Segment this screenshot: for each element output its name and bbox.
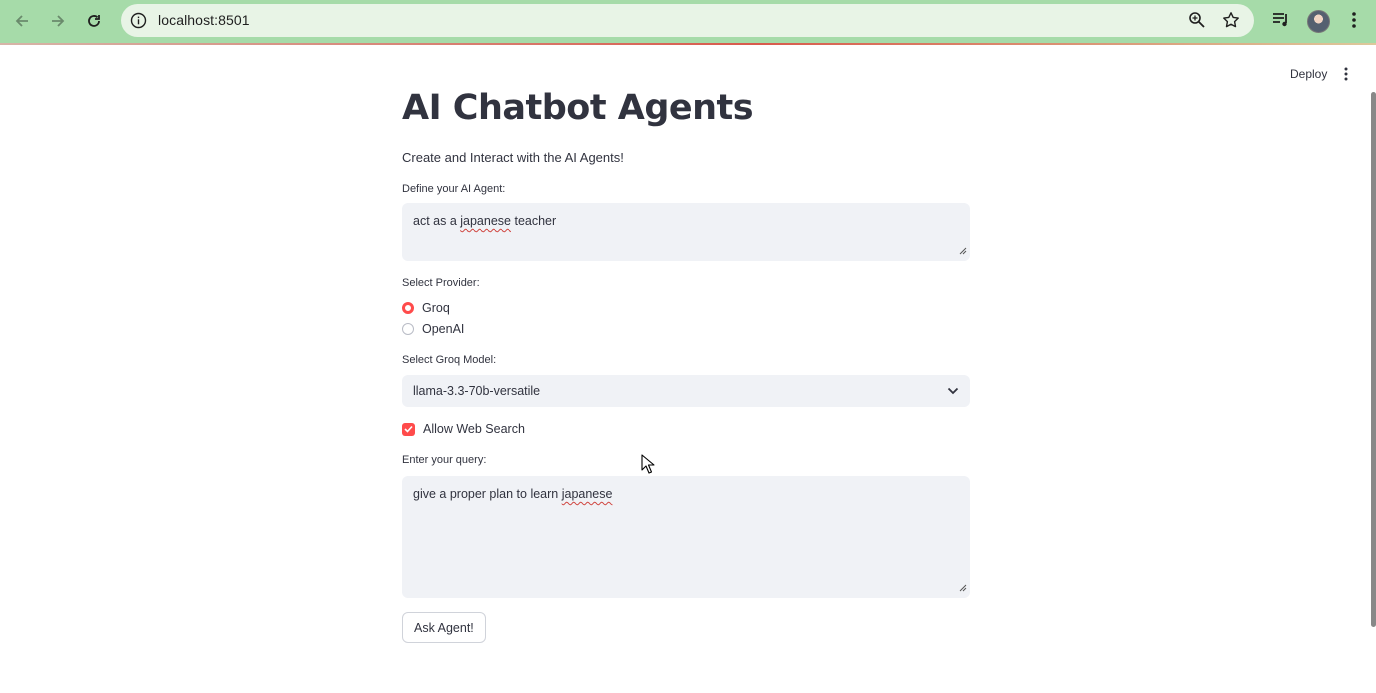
agent-definition-input[interactable]: act as a japanese teacher <box>402 203 970 261</box>
mouse-cursor-icon <box>641 454 655 479</box>
radio-option-openai[interactable]: OpenAI <box>402 322 464 336</box>
query-input[interactable]: give a proper plan to learn japanese <box>402 476 970 598</box>
media-control-icon[interactable] <box>1271 10 1291 35</box>
star-icon[interactable] <box>1222 11 1240 34</box>
radio-label: Groq <box>422 301 450 315</box>
radio-option-groq[interactable]: Groq <box>402 301 450 315</box>
agent-text-part: act as a <box>413 214 461 228</box>
info-icon[interactable] <box>130 12 147 34</box>
loading-progress-line <box>0 43 1376 45</box>
radio-label: OpenAI <box>422 322 465 336</box>
page-title: AI Chatbot Agents <box>402 88 754 128</box>
model-selected-value: llama-3.3-70b-versatile <box>413 384 541 398</box>
model-label: Select Groq Model: <box>402 354 497 366</box>
resize-grip-icon[interactable] <box>959 244 967 258</box>
back-arrow-icon[interactable] <box>9 8 35 34</box>
address-bar[interactable]: localhost:8501 <box>121 4 1254 37</box>
profile-avatar[interactable] <box>1307 10 1330 33</box>
ask-agent-button[interactable]: Ask Agent! <box>402 612 486 643</box>
query-text-part: give a proper plan to learn <box>413 487 562 501</box>
page-subtitle: Create and Interact with the AI Agents! <box>402 150 624 165</box>
web-search-label: Allow Web Search <box>423 422 525 436</box>
deploy-button[interactable]: Deploy <box>1283 64 1334 84</box>
agent-definition-label: Define your AI Agent: <box>402 183 506 195</box>
chevron-down-icon[interactable] <box>947 384 959 398</box>
provider-label: Select Provider: <box>402 277 480 289</box>
resize-grip-icon[interactable] <box>959 581 967 595</box>
page-scrollbar[interactable] <box>1371 92 1376 627</box>
browser-toolbar: localhost:8501 <box>0 0 1376 44</box>
agent-text-misspelled: japanese <box>460 214 511 228</box>
zoom-icon[interactable] <box>1188 11 1206 34</box>
checkbox-checked-icon[interactable] <box>402 422 415 436</box>
model-select[interactable]: llama-3.3-70b-versatile <box>402 375 970 407</box>
more-vert-icon[interactable] <box>1347 10 1361 35</box>
url-text[interactable]: localhost:8501 <box>158 12 250 28</box>
forward-arrow-icon[interactable] <box>45 8 71 34</box>
web-search-checkbox[interactable]: Allow Web Search <box>402 422 525 436</box>
radio-checked-icon[interactable] <box>402 302 414 314</box>
reload-icon[interactable] <box>81 8 107 34</box>
query-text-misspelled: japanese <box>561 487 613 501</box>
query-label: Enter your query: <box>402 454 487 466</box>
app-menu-icon[interactable] <box>1339 66 1353 87</box>
agent-text-part: teacher <box>511 214 557 228</box>
radio-unchecked-icon[interactable] <box>402 323 414 335</box>
